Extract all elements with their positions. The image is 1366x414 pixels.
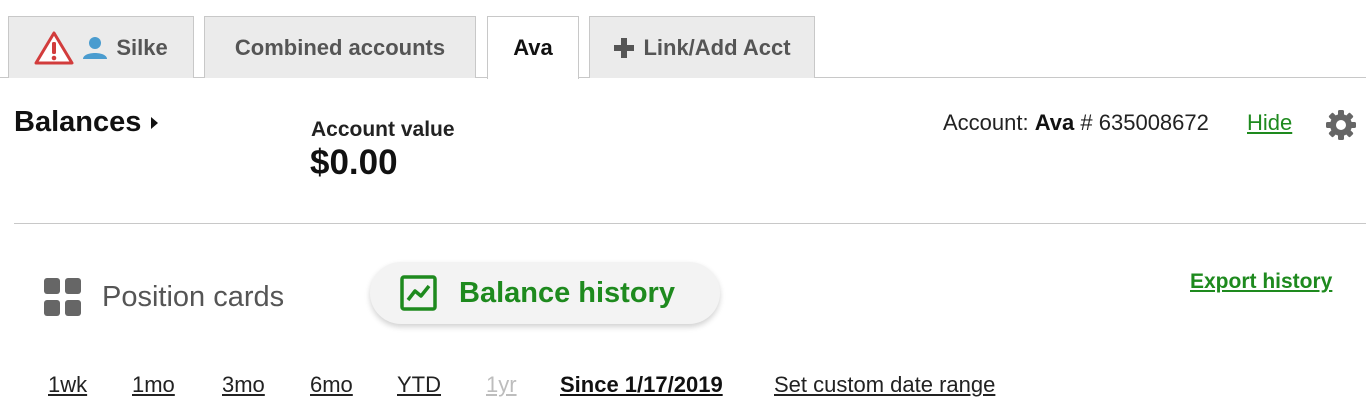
account-name: Ava	[1034, 110, 1075, 135]
line-chart-icon	[400, 275, 437, 311]
warning-icon	[34, 31, 74, 65]
plus-icon	[613, 37, 635, 59]
account-number: # 635008672	[1080, 110, 1209, 135]
hide-link[interactable]: Hide	[1247, 110, 1292, 136]
account-value-label: Account value	[311, 118, 455, 141]
tab-combined-accounts[interactable]: Combined accounts	[204, 16, 476, 78]
range-6mo[interactable]: 6mo	[310, 372, 353, 398]
tab-label: Combined accounts	[234, 34, 446, 60]
range-since-start[interactable]: Since 1/17/2019	[560, 372, 723, 398]
tab-label: Ava	[513, 35, 553, 60]
range-ytd[interactable]: YTD	[397, 372, 441, 398]
range-custom[interactable]: Set custom date range	[774, 372, 995, 398]
tab-label: Link/Add Acct	[643, 34, 791, 60]
header-divider	[14, 223, 1366, 224]
balances-title[interactable]: Balances	[14, 106, 159, 139]
range-3mo[interactable]: 3mo	[222, 372, 265, 398]
tab-label: Silke	[116, 34, 168, 60]
tab-link-add-account[interactable]: Link/Add Acct	[589, 16, 815, 78]
account-value: $0.00	[310, 143, 398, 182]
range-1mo[interactable]: 1mo	[132, 372, 175, 398]
range-1wk[interactable]: 1wk	[48, 372, 87, 398]
account-info: Account: Ava # 635008672	[943, 110, 1209, 136]
range-1yr: 1yr	[486, 372, 517, 397]
position-cards-label: Position cards	[102, 280, 285, 313]
user-icon	[82, 36, 108, 60]
page-title: Balances	[14, 106, 142, 138]
tab-silke[interactable]: Silke	[8, 16, 194, 78]
account-prefix: Account:	[943, 110, 1029, 135]
date-range-bar: 1wk 1mo 3mo 6mo YTD 1yr Since 1/17/2019 …	[0, 372, 1366, 402]
balance-history-toggle[interactable]: Balance history	[370, 262, 720, 324]
grid-icon	[44, 278, 82, 316]
tab-ava[interactable]: Ava	[487, 16, 579, 79]
export-history-link[interactable]: Export history	[1190, 270, 1332, 294]
caret-right-icon	[151, 116, 159, 129]
account-tabbar: Silke Combined accounts Ava Link/Add Acc…	[0, 0, 1366, 79]
position-cards-toggle[interactable]: Position cards	[44, 278, 284, 316]
gear-icon[interactable]	[1325, 109, 1357, 141]
balance-history-label: Balance history	[459, 276, 675, 309]
